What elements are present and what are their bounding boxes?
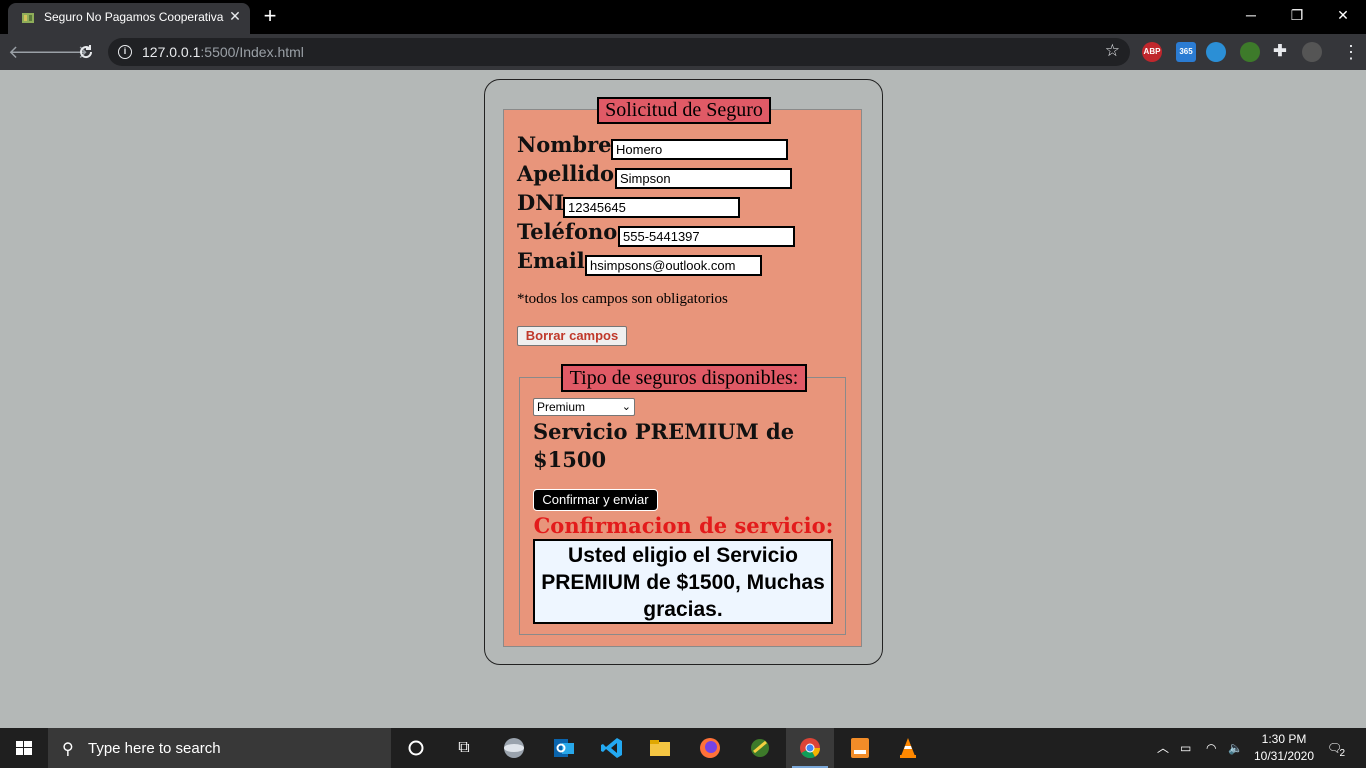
- selected-option: Premium: [537, 400, 586, 414]
- taskbar-app-firefox[interactable]: [686, 728, 734, 768]
- confirm-send-button[interactable]: Confirmar y enviar: [533, 489, 658, 511]
- jdownloader-icon: [751, 738, 769, 757]
- site-info-icon[interactable]: i: [118, 45, 132, 59]
- confirmation-title: Confirmacion de servicio:: [533, 513, 834, 538]
- taskbar-app-vscode[interactable]: [588, 728, 636, 768]
- windows-logo-icon: [16, 741, 32, 755]
- confirmation-message: Usted eligio el Servicio PREMIUM de $150…: [533, 539, 833, 624]
- reload-button[interactable]: [72, 38, 100, 66]
- service-description: Servicio PREMIUM de $1500: [533, 419, 795, 472]
- folder-icon: [650, 739, 670, 756]
- forward-button[interactable]: 🡒: [40, 38, 88, 66]
- form-card: Solicitud de Seguro Nombre Homero Apelli…: [484, 79, 883, 665]
- chrome-icon: [800, 737, 821, 758]
- telefono-label: Teléfono: [517, 219, 618, 244]
- extensions-puzzle-icon[interactable]: ✚: [1270, 42, 1290, 62]
- search-extension-icon[interactable]: [1206, 42, 1226, 62]
- taskbar-app-vlc[interactable]: [884, 728, 932, 768]
- url-text[interactable]: 127.0.0.1:5500/Index.html: [142, 44, 304, 60]
- back-button[interactable]: 🡐: [8, 38, 56, 66]
- windows-taskbar: ⚲ Type here to search ⧉ ︿ ▭ ◠ 🔈 1:30 PM …: [0, 728, 1366, 768]
- close-window-button[interactable]: ✕: [1320, 0, 1366, 30]
- tab-close-icon[interactable]: ✕: [226, 7, 244, 25]
- disk-app-icon: [504, 737, 524, 758]
- search-placeholder: Type here to search: [88, 740, 221, 757]
- page-favicon-icon: [22, 13, 34, 23]
- action-center-button[interactable]: 🗨 2: [1324, 728, 1354, 768]
- chevron-down-icon: ⌄: [621, 401, 631, 413]
- battery-icon[interactable]: ▭: [1180, 728, 1191, 768]
- dni-label: DNI: [517, 190, 565, 215]
- browser-menu-icon[interactable]: ⋮: [1342, 40, 1360, 64]
- search-icon: ⚲: [62, 741, 74, 758]
- nombre-input[interactable]: Homero: [611, 139, 788, 160]
- form-legend: Solicitud de Seguro: [597, 97, 771, 124]
- apellido-input[interactable]: Simpson: [615, 168, 792, 189]
- pdf-app-icon: [851, 737, 869, 758]
- required-fields-note: *todos los campos son obligatorios: [517, 291, 728, 307]
- nombre-label: Nombre: [517, 132, 612, 157]
- taskbar-app-outlook[interactable]: [540, 728, 588, 768]
- taskbar-app-settings[interactable]: [490, 728, 538, 768]
- url-path: :5500/Index.html: [200, 44, 304, 60]
- taskbar-app-pdf[interactable]: [836, 728, 884, 768]
- taskbar-clock[interactable]: 1:30 PM 10/31/2020: [1246, 731, 1322, 765]
- browser-toolbar: 🡐 🡒 i 127.0.0.1:5500/Index.html ☆ ABP 36…: [0, 34, 1366, 70]
- firefox-icon: [700, 737, 720, 758]
- insurance-types-legend: Tipo de seguros disponibles:: [561, 364, 807, 392]
- tray-overflow-icon[interactable]: ︿: [1157, 728, 1169, 768]
- insurance-type-select[interactable]: Premium ⌄: [533, 398, 635, 416]
- outlook-icon: [554, 738, 574, 757]
- restore-button[interactable]: ❐: [1274, 0, 1320, 30]
- address-bar[interactable]: i 127.0.0.1:5500/Index.html ☆: [108, 38, 1130, 66]
- task-view-button[interactable]: ⧉: [440, 728, 488, 768]
- clock-time: 1:30 PM: [1261, 732, 1307, 746]
- taskbar-app-explorer[interactable]: [636, 728, 684, 768]
- taskbar-app-chrome[interactable]: [786, 728, 834, 768]
- telefono-input[interactable]: 555-5441397: [618, 226, 795, 247]
- cortana-circle-icon: [408, 740, 424, 756]
- minimize-button[interactable]: ─: [1228, 0, 1274, 30]
- office-extension-icon[interactable]: 365: [1176, 42, 1196, 62]
- dni-input[interactable]: 12345645: [563, 197, 740, 218]
- clock-date: 10/31/2020: [1253, 749, 1315, 763]
- browser-tab[interactable]: Seguro No Pagamos Cooperativa ✕: [8, 3, 250, 34]
- insurance-types-fieldset: Tipo de seguros disponibles: Premium ⌄ S…: [519, 364, 846, 635]
- bookmark-star-icon[interactable]: ☆: [1105, 41, 1120, 61]
- volume-icon[interactable]: 🔈: [1228, 728, 1243, 768]
- browser-titlebar: Seguro No Pagamos Cooperativa ✕ + ─ ❐ ✕: [0, 0, 1366, 34]
- adblock-extension-icon[interactable]: ABP: [1142, 42, 1162, 62]
- clear-fields-button[interactable]: Borrar campos: [517, 326, 627, 346]
- taskbar-app-jdownloader[interactable]: [736, 728, 784, 768]
- apellido-label: Apellido: [517, 161, 614, 186]
- new-tab-button[interactable]: +: [257, 4, 283, 30]
- vscode-icon: [601, 737, 622, 758]
- reload-icon: [80, 45, 93, 59]
- cortana-button[interactable]: [392, 728, 440, 768]
- wifi-icon[interactable]: ◠: [1206, 728, 1216, 768]
- jdownloader-extension-icon[interactable]: [1240, 42, 1260, 62]
- taskbar-search[interactable]: ⚲ Type here to search: [48, 728, 391, 768]
- email-label: Email: [517, 248, 585, 273]
- insurance-request-fieldset: Solicitud de Seguro Nombre Homero Apelli…: [503, 97, 862, 647]
- email-input[interactable]: hsimpsons@outlook.com: [585, 255, 762, 276]
- vlc-cone-icon: [900, 737, 916, 758]
- start-button[interactable]: [0, 728, 48, 768]
- tab-title: Seguro No Pagamos Cooperativa: [44, 10, 224, 24]
- url-host: 127.0.0.1: [142, 44, 201, 60]
- notification-count: 2: [1339, 748, 1346, 759]
- profile-avatar[interactable]: [1302, 42, 1322, 62]
